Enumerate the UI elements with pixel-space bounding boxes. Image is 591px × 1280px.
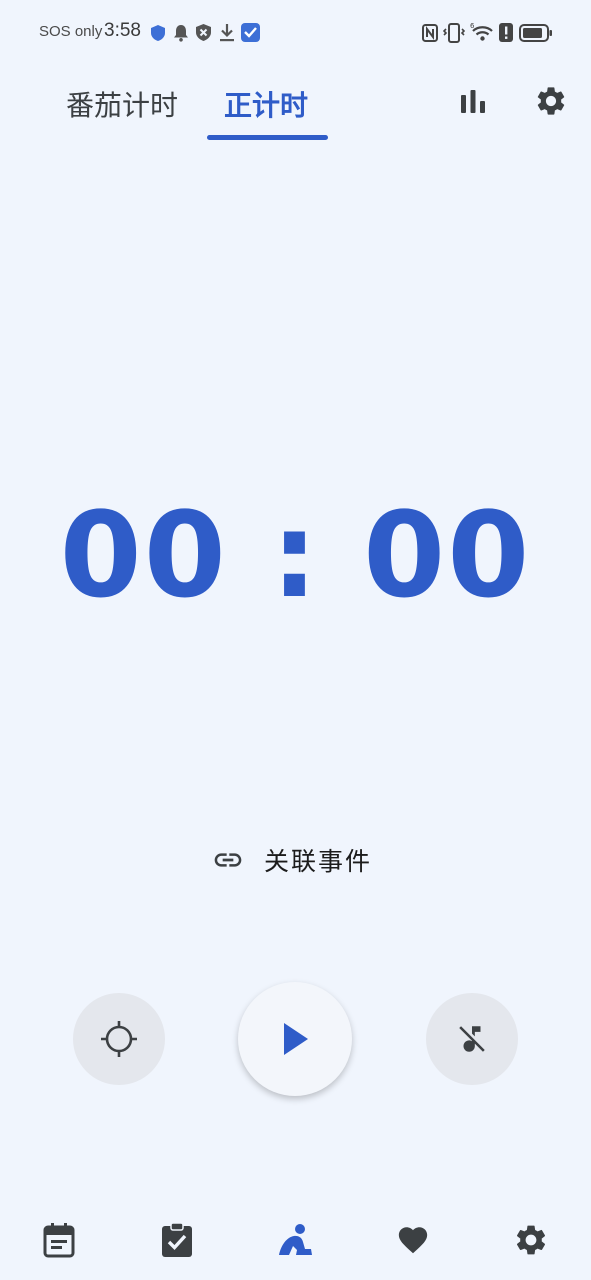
bell-icon — [174, 25, 188, 42]
svg-text:6: 6 — [470, 22, 475, 30]
active-tab-indicator — [207, 135, 328, 140]
play-icon — [284, 1023, 308, 1055]
status-bar: SOS only 3:58 6 — [0, 0, 591, 66]
carrier-text: SOS only — [39, 23, 103, 40]
focus-target-icon — [101, 1021, 137, 1057]
blocked-icon — [196, 24, 211, 41]
vibrate-icon — [443, 23, 465, 43]
app-badge-icon — [241, 23, 260, 42]
settings-icon — [516, 1225, 546, 1255]
nav-settings[interactable] — [511, 1218, 551, 1262]
nav-favorites[interactable] — [393, 1218, 433, 1262]
battery-alert-icon — [499, 23, 513, 42]
link-event-label: 关联事件 — [264, 847, 373, 876]
tab-stopwatch[interactable]: 正计时 — [224, 84, 308, 124]
stats-icon[interactable] — [460, 89, 486, 115]
nav-calendar[interactable] — [39, 1218, 79, 1262]
link-icon — [214, 853, 242, 867]
battery-icon — [519, 24, 552, 42]
music-off-icon — [459, 1026, 485, 1052]
checklist-icon — [162, 1222, 192, 1257]
play-button[interactable] — [238, 982, 352, 1096]
calendar-icon — [43, 1223, 75, 1258]
clock-text: 3:58 — [104, 20, 141, 41]
download-icon — [220, 24, 234, 42]
shield-icon — [151, 25, 165, 41]
gear-icon[interactable] — [534, 84, 568, 118]
nfc-icon — [422, 24, 438, 42]
nav-focus[interactable] — [275, 1218, 315, 1262]
timer-display: 00 : 00 — [59, 486, 532, 624]
tab-pomodoro[interactable]: 番茄计时 — [66, 84, 178, 124]
focus-person-icon — [279, 1224, 312, 1255]
nav-tasks[interactable] — [157, 1218, 197, 1262]
focus-button[interactable] — [73, 993, 165, 1085]
wifi-6-icon: 6 — [470, 22, 493, 41]
heart-icon — [398, 1227, 428, 1254]
link-event-button[interactable]: 关联事件 — [212, 840, 372, 880]
sound-toggle-button[interactable] — [426, 993, 518, 1085]
